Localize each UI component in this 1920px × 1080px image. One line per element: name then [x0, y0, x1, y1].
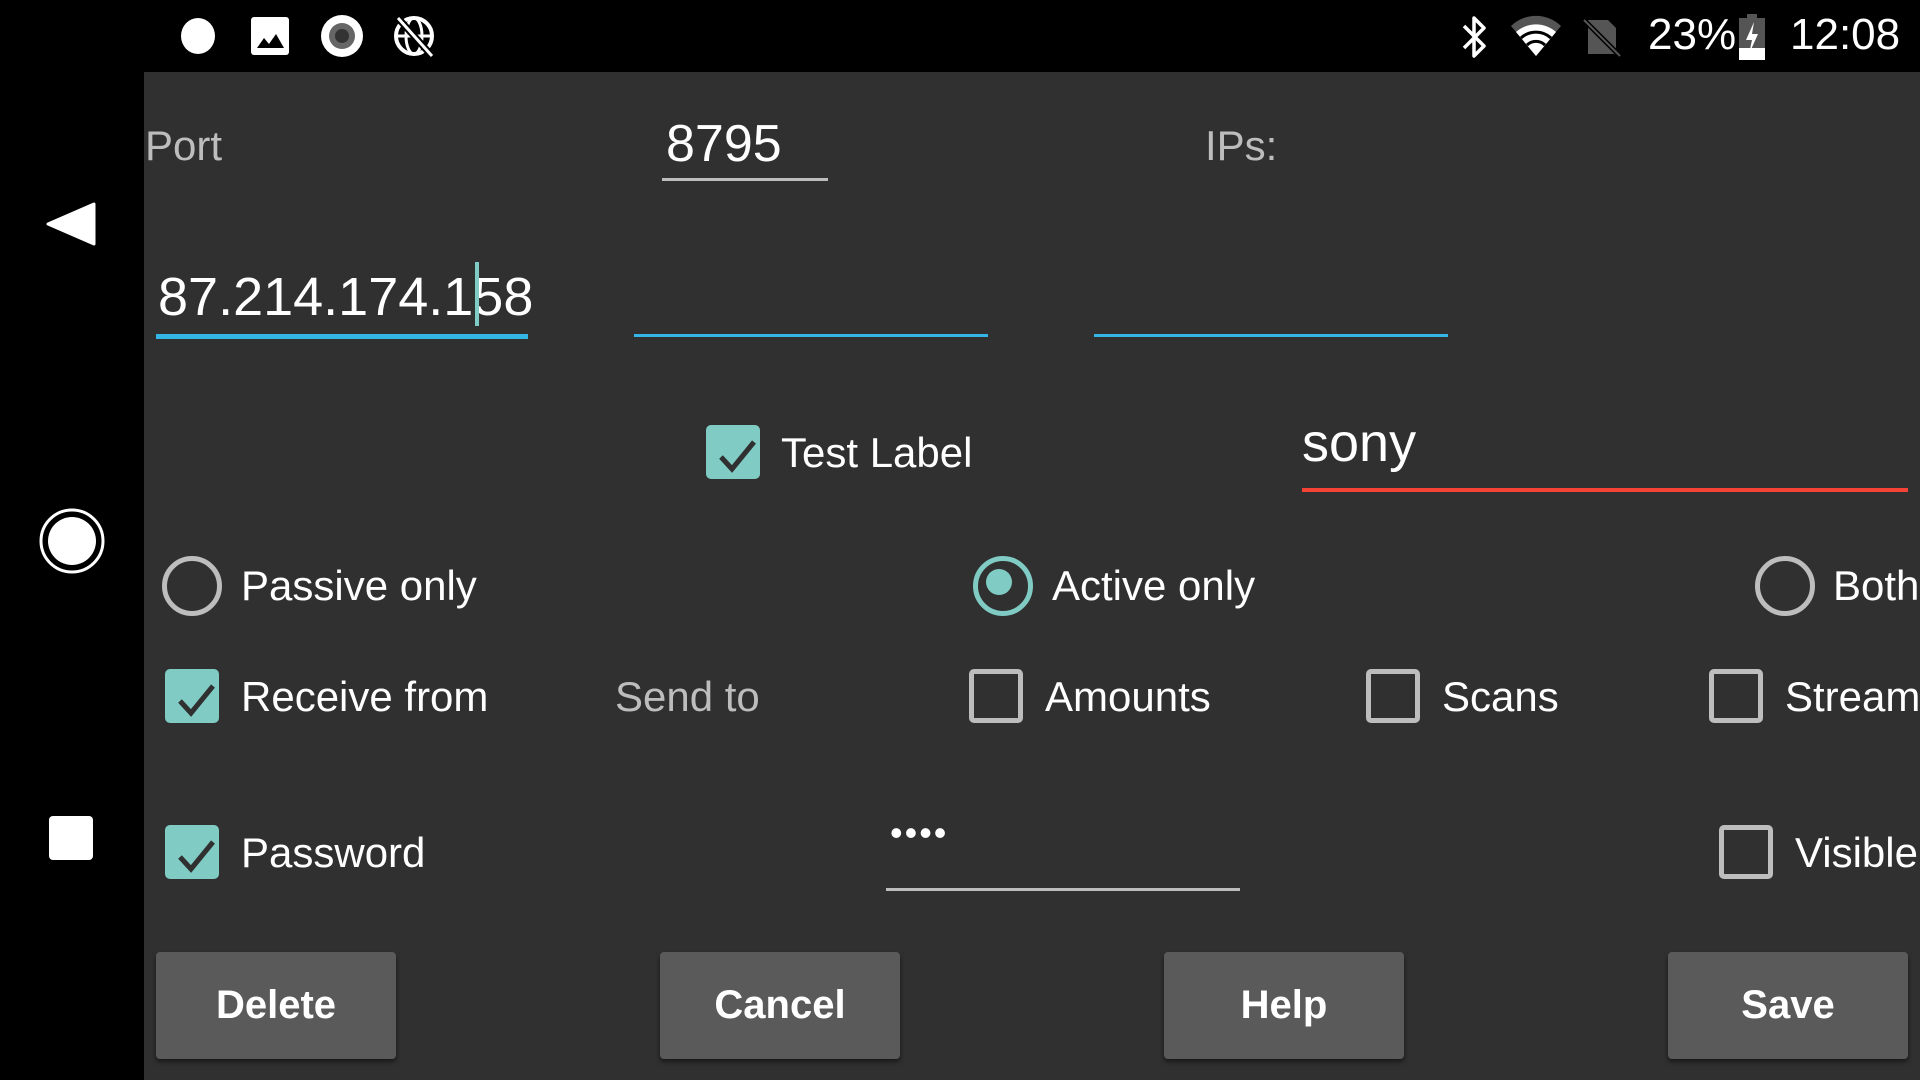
- home-icon[interactable]: [38, 507, 106, 575]
- visible-checkbox[interactable]: Visible: [1719, 825, 1920, 881]
- port-underline: [662, 178, 828, 181]
- password-value: ••••: [890, 812, 949, 853]
- password-underline: [886, 888, 1240, 891]
- no-sim-icon: [1582, 18, 1622, 58]
- radio-selected-icon: [973, 556, 1033, 616]
- checkbox-unchecked-icon: [1709, 669, 1763, 723]
- checkbox-checked-icon: [165, 825, 219, 879]
- receive-from-label: Receive from: [241, 673, 489, 720]
- notification-dot-icon: [181, 18, 215, 54]
- image-icon: [251, 17, 289, 55]
- scans-label: Scans: [1442, 673, 1559, 720]
- ips-label: IPs:: [1205, 122, 1278, 169]
- radio-both[interactable]: Both: [1755, 552, 1920, 616]
- globe-off-icon: [394, 15, 435, 58]
- ip-input-2[interactable]: [634, 262, 988, 342]
- checkbox-unchecked-icon: [1366, 669, 1420, 723]
- scans-checkbox[interactable]: Scans: [1366, 669, 1666, 725]
- name-input[interactable]: sony: [1302, 412, 1908, 494]
- visible-label: Visible: [1795, 829, 1918, 876]
- clock: 12:08: [1790, 10, 1901, 59]
- amounts-label: Amounts: [1045, 673, 1211, 720]
- radio-unselected-icon: [162, 556, 222, 616]
- radio-passive-label: Passive only: [241, 562, 477, 609]
- password-checkbox[interactable]: Password: [165, 825, 485, 881]
- name-error-underline: [1302, 488, 1908, 492]
- wifi-icon: [1511, 15, 1561, 56]
- radio-both-label: Both: [1833, 562, 1920, 609]
- password-input[interactable]: ••••: [886, 812, 1240, 892]
- ip-input-3[interactable]: [1094, 262, 1448, 342]
- checkbox-checked-icon: [706, 425, 760, 479]
- back-icon[interactable]: [46, 202, 96, 246]
- stream-checkbox[interactable]: Stream: [1709, 669, 1920, 725]
- cancel-button[interactable]: Cancel: [660, 952, 900, 1059]
- amounts-checkbox[interactable]: Amounts: [969, 669, 1269, 725]
- name-value: sony: [1302, 413, 1417, 473]
- ip-underline-1: [156, 334, 528, 339]
- navigation-bar: [0, 72, 144, 1080]
- ip-underline-2: [634, 334, 988, 337]
- save-button[interactable]: Save: [1668, 952, 1908, 1059]
- port-input[interactable]: 8795: [662, 110, 828, 184]
- radio-passive-only[interactable]: Passive only: [162, 552, 562, 616]
- recents-icon[interactable]: [48, 815, 94, 861]
- radio-unselected-icon: [1755, 556, 1815, 616]
- test-label-checkbox[interactable]: Test Label: [706, 425, 1126, 481]
- send-to-label: Send to: [615, 673, 760, 720]
- password-label: Password: [241, 829, 426, 876]
- receive-from-checkbox[interactable]: Receive from: [165, 669, 525, 725]
- battery-charging-icon: [1739, 14, 1765, 60]
- connection-settings-form: Port 8795 IPs: 87.214.174.158 Test Label…: [144, 72, 1920, 1080]
- radio-active-label: Active only: [1052, 562, 1256, 609]
- delete-button[interactable]: Delete: [156, 952, 396, 1059]
- ip-input-1[interactable]: 87.214.174.158: [156, 262, 533, 342]
- battery-percent: 23%: [1648, 10, 1737, 59]
- checkbox-unchecked-icon: [1719, 825, 1773, 879]
- help-button[interactable]: Help: [1164, 952, 1404, 1059]
- stream-label: Stream: [1785, 673, 1920, 720]
- checkbox-checked-icon: [165, 669, 219, 723]
- text-cursor: [475, 262, 479, 326]
- port-label: Port: [145, 122, 223, 169]
- test-label-text: Test Label: [781, 429, 973, 476]
- bluetooth-icon: [1462, 16, 1486, 58]
- record-icon: [321, 15, 363, 57]
- port-value: 8795: [666, 115, 782, 173]
- status-bar: 23% 12:08: [0, 0, 1920, 72]
- checkbox-unchecked-icon: [969, 669, 1023, 723]
- radio-active-only[interactable]: Active only: [973, 552, 1373, 616]
- ip-underline-3: [1094, 334, 1448, 337]
